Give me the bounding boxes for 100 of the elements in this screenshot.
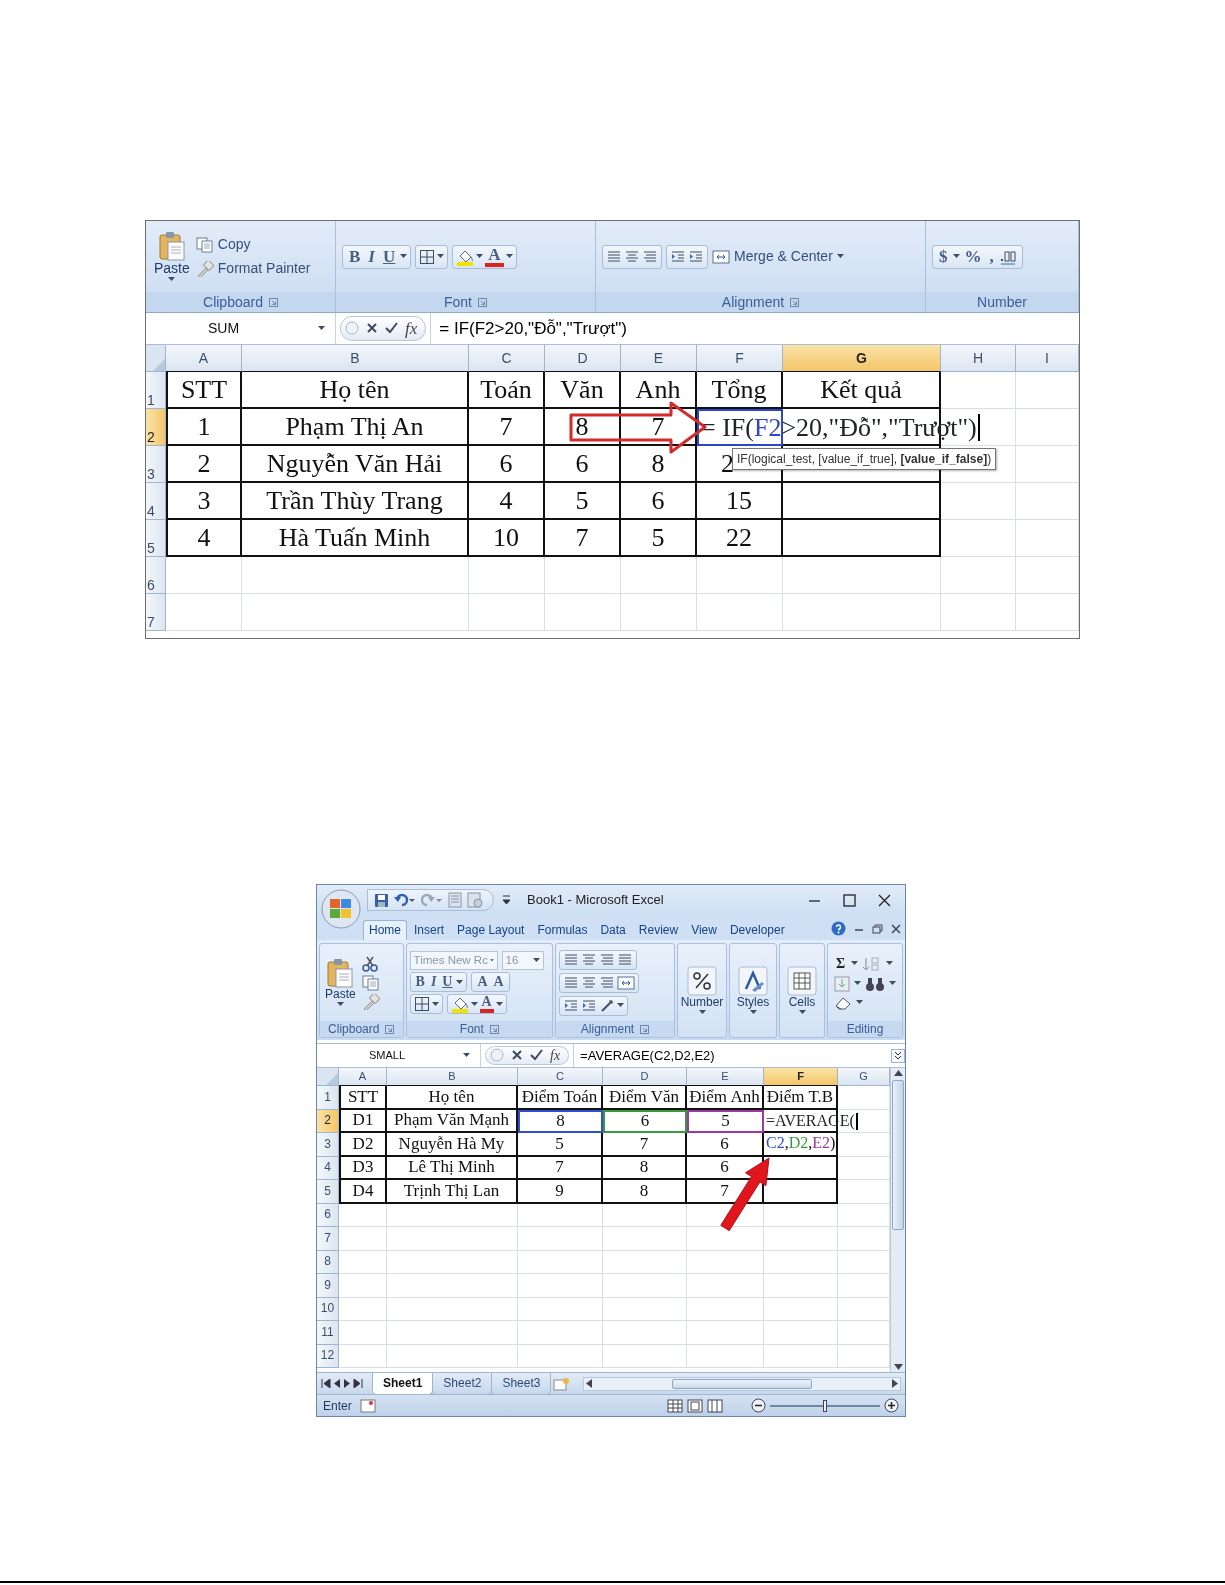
row-header[interactable]: 8 — [317, 1250, 339, 1274]
table-cell: 3 — [166, 483, 242, 520]
currency-button[interactable]: $ — [936, 248, 951, 265]
formula-field[interactable]: = IF(F2>20,"Đỗ","Trượt") — [430, 313, 1079, 344]
column-header[interactable]: D — [603, 1068, 687, 1086]
column-header[interactable]: C — [518, 1068, 603, 1086]
row-header[interactable]: 5 — [317, 1180, 339, 1204]
table-cell: 8 — [518, 1109, 603, 1133]
column-header[interactable]: C — [469, 345, 545, 372]
insert-function-button[interactable]: fx — [550, 1045, 561, 1066]
table-cell: 9 — [518, 1180, 603, 1204]
row-header[interactable]: 4 — [146, 483, 166, 520]
shrink-font-button[interactable]: A — [491, 975, 506, 989]
table-cell: Trịnh Thị Lan — [387, 1180, 518, 1204]
italic-button[interactable]: I — [428, 975, 439, 989]
ribbon-tab[interactable]: Review — [632, 920, 685, 940]
row-header[interactable]: 6 — [317, 1203, 339, 1227]
row-header[interactable]: 6 — [146, 557, 166, 594]
row-header[interactable]: 4 — [317, 1156, 339, 1180]
bold-button[interactable]: B — [413, 975, 427, 989]
column-header[interactable]: F — [764, 1068, 838, 1086]
table-cell: 6 — [469, 446, 545, 483]
group-label: Clipboard — [328, 1021, 380, 1038]
row-header[interactable]: 5 — [146, 520, 166, 557]
table-cell: Hà Tuấn Minh — [242, 520, 469, 557]
table-cell: 8 — [545, 409, 621, 446]
format-painter-button[interactable]: Format Painter — [195, 258, 311, 279]
table-cell: 7 — [621, 409, 697, 446]
ribbon-tab[interactable]: Formulas — [531, 920, 594, 940]
sheet-tab[interactable]: Sheet1 — [372, 1372, 434, 1395]
row-header[interactable]: 7 — [317, 1227, 339, 1251]
row-header[interactable]: 10 — [317, 1297, 339, 1321]
column-header[interactable]: H — [941, 345, 1016, 372]
copy-button[interactable]: Copy — [195, 234, 251, 255]
row-header[interactable]: 12 — [317, 1344, 339, 1368]
table-cell: Trần Thùy Trang — [242, 483, 469, 520]
row-header[interactable]: 7 — [146, 594, 166, 631]
table-cell: Phạm Văn Mạnh — [387, 1109, 518, 1133]
column-header[interactable]: F — [697, 345, 783, 372]
column-header[interactable]: I — [1016, 345, 1079, 372]
row-header[interactable]: 3 — [146, 446, 166, 483]
ribbon-tab[interactable]: Page Layout — [451, 920, 531, 940]
column-header[interactable]: B — [242, 345, 469, 372]
table-cell: D1 — [339, 1109, 387, 1133]
table-cell: 4 — [166, 520, 242, 557]
row-header[interactable]: 1 — [317, 1086, 339, 1110]
paste-button[interactable]: Paste — [152, 231, 192, 282]
percent-button[interactable]: % — [961, 248, 985, 265]
insert-function-button[interactable]: fx — [405, 315, 418, 342]
formula-text: C2,D2,E2) — [764, 1133, 838, 1157]
table-cell: Lê Thị Minh — [387, 1156, 518, 1180]
table-cell: Tổng — [697, 372, 783, 409]
table-cell: Điểm T.B — [764, 1086, 838, 1110]
group-label: Alignment — [580, 1021, 635, 1038]
row-header[interactable]: 9 — [317, 1274, 339, 1298]
grow-font-button[interactable]: A — [475, 975, 490, 989]
row-header[interactable]: 2 — [317, 1109, 339, 1133]
merge-center-button[interactable]: Merge & Center — [712, 246, 844, 267]
table-cell: 8 — [621, 446, 697, 483]
table-cell: 6 — [603, 1109, 687, 1133]
row-header[interactable]: 1 — [146, 372, 166, 409]
table-cell: STT — [166, 372, 242, 409]
ribbon-tab[interactable]: Data — [594, 920, 632, 940]
sum-button[interactable]: Σ — [834, 956, 848, 971]
underline-button[interactable]: U — [379, 248, 399, 265]
column-header[interactable]: A — [166, 345, 242, 372]
status-text: Enter — [323, 1397, 352, 1415]
table-cell: Điểm Anh — [687, 1086, 764, 1110]
name-box[interactable]: SUM — [146, 313, 336, 344]
table-cell: D4 — [339, 1180, 387, 1204]
row-header[interactable]: 3 — [317, 1133, 339, 1157]
ribbon-tab[interactable]: Developer — [723, 920, 791, 940]
column-header[interactable]: E — [687, 1068, 764, 1086]
table-cell: 8 — [603, 1156, 687, 1180]
bold-button[interactable]: B — [346, 248, 364, 265]
column-header[interactable]: A — [339, 1068, 387, 1086]
group-label: Font — [444, 292, 472, 312]
row-header[interactable]: 11 — [317, 1321, 339, 1345]
table-cell: 5 — [687, 1109, 764, 1133]
underline-button[interactable]: U — [440, 975, 455, 989]
comma-button[interactable]: , — [986, 248, 997, 265]
row-header[interactable]: 2 — [146, 409, 166, 446]
name-box[interactable]: SMALL — [317, 1044, 481, 1067]
table-cell: 10 — [469, 520, 545, 557]
paste-button[interactable]: Paste — [323, 958, 358, 1007]
column-header[interactable]: D — [545, 345, 621, 372]
column-header[interactable]: E — [621, 345, 697, 372]
table-cell: Điểm Toán — [518, 1086, 603, 1110]
column-header[interactable]: B — [387, 1068, 518, 1086]
ribbon-tab[interactable]: View — [685, 920, 723, 940]
ribbon-tab[interactable]: Insert — [408, 920, 451, 940]
italic-button[interactable]: I — [365, 248, 378, 265]
group-label: Number — [977, 292, 1027, 312]
column-header[interactable]: G — [838, 1068, 890, 1086]
table-cell: 6 — [621, 483, 697, 520]
ribbon-tab[interactable]: Home — [363, 920, 407, 940]
column-header[interactable]: G — [783, 345, 941, 372]
table-cell: 2 — [166, 446, 242, 483]
table-cell: 22 — [697, 520, 783, 557]
table-cell: Điểm Văn — [603, 1086, 687, 1110]
